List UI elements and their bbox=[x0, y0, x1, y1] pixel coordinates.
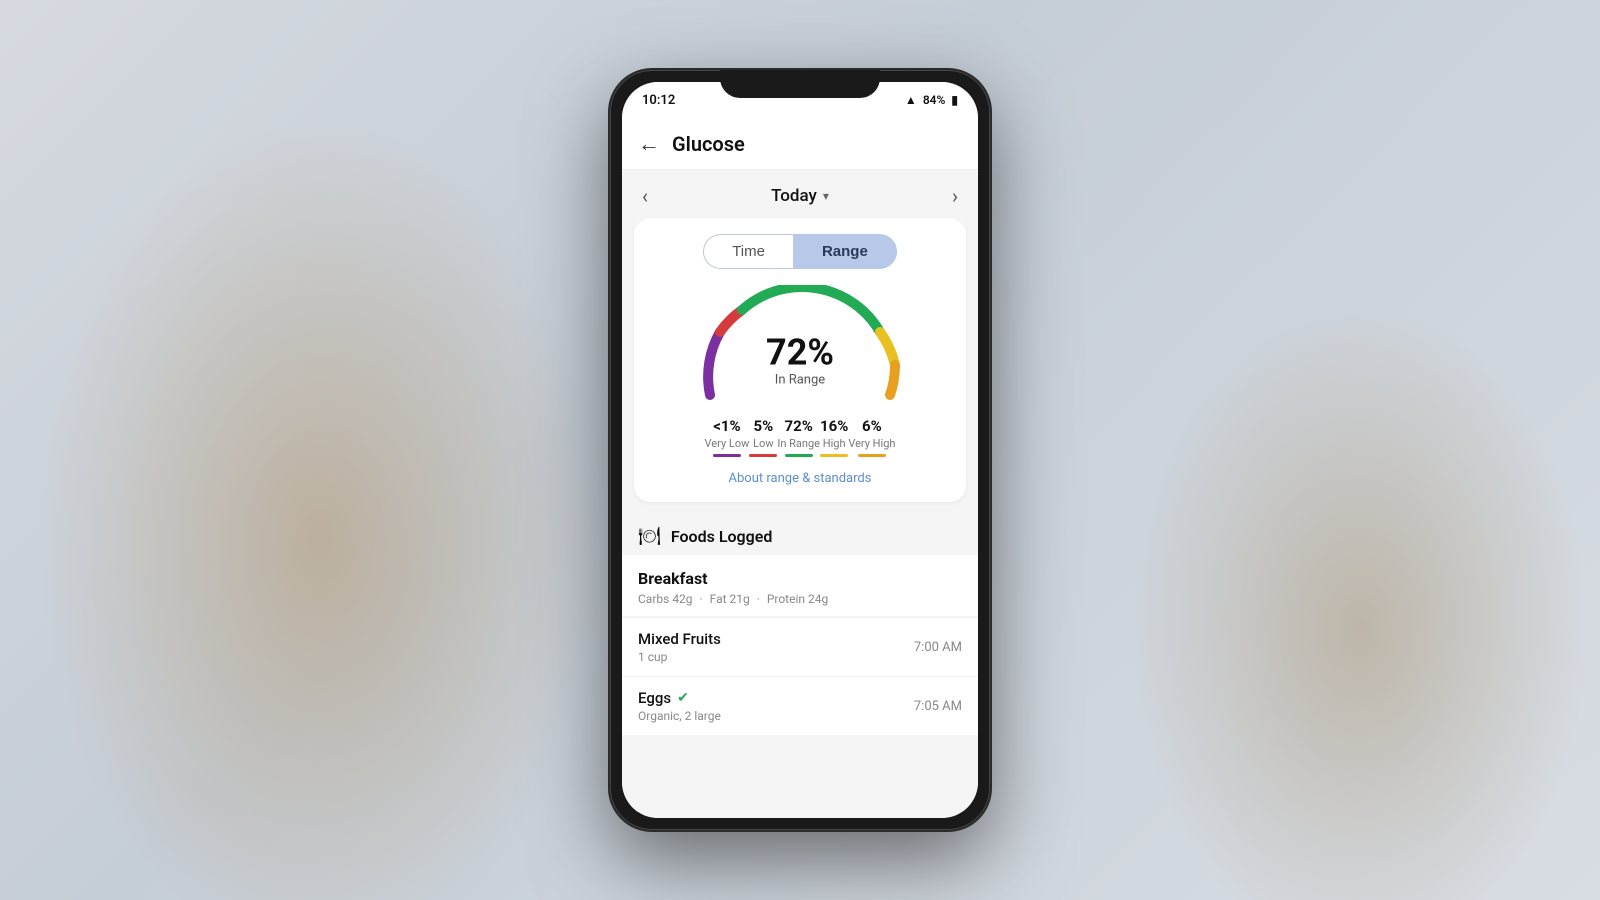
date-dropdown-arrow: ▾ bbox=[823, 189, 829, 203]
stat-very-low: <1% Very Low bbox=[705, 417, 750, 457]
phone-shell: 10:12 ▲ 84% ▮ ← Glucose ‹ Today bbox=[610, 70, 990, 830]
gauge-container: 72% In Range <1% Very Low bbox=[650, 285, 950, 457]
food-serving-mixed-fruits: 1 cup bbox=[638, 650, 721, 664]
current-date-label: Today bbox=[771, 186, 817, 206]
gauge-sublabel: In Range bbox=[766, 372, 834, 387]
food-serving-eggs: Organic, 2 large bbox=[638, 709, 721, 723]
food-name-eggs: Eggs ✔ bbox=[638, 689, 721, 707]
food-info-mixed-fruits: Mixed Fruits 1 cup bbox=[638, 630, 721, 664]
food-info-eggs: Eggs ✔ Organic, 2 large bbox=[638, 689, 721, 723]
signal-icon: ▲ bbox=[905, 93, 917, 107]
stat-high-bar bbox=[820, 454, 848, 457]
food-item-eggs[interactable]: Eggs ✔ Organic, 2 large 7:05 AM bbox=[622, 676, 978, 735]
stats-row: <1% Very Low 5% Low 72% In bbox=[705, 409, 896, 457]
stat-low-value: 5% bbox=[754, 417, 774, 435]
stat-high: 16% High bbox=[820, 417, 848, 457]
breakfast-group: Breakfast Carbs 42g · Fat 21g · Protein … bbox=[622, 555, 978, 616]
gauge-svg-wrap: 72% In Range bbox=[690, 285, 910, 405]
battery-icon: ▮ bbox=[951, 93, 958, 107]
stat-in-range-value: 72% bbox=[785, 417, 813, 435]
background: 10:12 ▲ 84% ▮ ← Glucose ‹ Today bbox=[0, 0, 1600, 900]
meal-macros-breakfast: Carbs 42g · Fat 21g · Protein 24g bbox=[638, 592, 962, 606]
foods-section-title: Foods Logged bbox=[671, 527, 772, 546]
stat-low-bar bbox=[749, 454, 777, 457]
battery-percent: 84% bbox=[923, 93, 946, 107]
time-toggle-button[interactable]: Time bbox=[703, 234, 793, 269]
foods-icon: 🍽 bbox=[638, 526, 661, 547]
stat-in-range-bar bbox=[785, 454, 813, 457]
meal-name-breakfast: Breakfast bbox=[638, 569, 962, 588]
stat-very-low-name: Very Low bbox=[705, 437, 750, 450]
food-time-mixed-fruits: 7:00 AM bbox=[914, 640, 962, 655]
stat-high-value: 16% bbox=[820, 417, 848, 435]
food-time-eggs: 7:05 AM bbox=[914, 699, 962, 714]
stat-very-low-bar bbox=[713, 454, 741, 457]
range-card: Time Range bbox=[634, 218, 966, 502]
date-selector[interactable]: Today ▾ bbox=[771, 186, 829, 206]
date-nav: ‹ Today ▾ › bbox=[622, 170, 978, 218]
stat-very-high-bar bbox=[858, 454, 886, 457]
stat-low-name: Low bbox=[753, 437, 773, 450]
next-date-button[interactable]: › bbox=[952, 184, 958, 208]
gauge-percent: 72% bbox=[766, 334, 834, 370]
food-item-mixed-fruits[interactable]: Mixed Fruits 1 cup 7:00 AM bbox=[622, 617, 978, 676]
stat-low: 5% Low bbox=[749, 417, 777, 457]
app-header: ← Glucose bbox=[622, 118, 978, 170]
stat-very-low-value: <1% bbox=[713, 417, 740, 435]
bottom-spacer bbox=[622, 735, 978, 759]
back-button[interactable]: ← bbox=[638, 131, 660, 157]
view-toggle-group: Time Range bbox=[650, 234, 950, 269]
page-title: Glucose bbox=[672, 132, 745, 156]
verified-icon-eggs: ✔ bbox=[677, 690, 689, 706]
status-time: 10:12 bbox=[642, 93, 675, 108]
scroll-content[interactable]: ‹ Today ▾ › Time Range bbox=[622, 170, 978, 818]
phone-screen: 10:12 ▲ 84% ▮ ← Glucose ‹ Today bbox=[622, 82, 978, 818]
stat-very-high-name: Very High bbox=[848, 437, 895, 450]
stat-very-high-value: 6% bbox=[862, 417, 882, 435]
range-toggle-button[interactable]: Range bbox=[793, 234, 897, 269]
stat-in-range-name: In Range bbox=[777, 437, 820, 450]
stat-high-name: High bbox=[823, 437, 846, 450]
about-range-link[interactable]: About range & standards bbox=[650, 471, 950, 486]
phone-notch bbox=[720, 70, 880, 98]
food-name-mixed-fruits: Mixed Fruits bbox=[638, 630, 721, 648]
stat-very-high: 6% Very High bbox=[848, 417, 895, 457]
foods-section-header: 🍽 Foods Logged bbox=[622, 514, 978, 555]
gauge-center-text: 72% In Range bbox=[766, 334, 834, 387]
stat-in-range: 72% In Range bbox=[777, 417, 820, 457]
status-right: ▲ 84% ▮ bbox=[905, 93, 958, 107]
prev-date-button[interactable]: ‹ bbox=[642, 184, 648, 208]
